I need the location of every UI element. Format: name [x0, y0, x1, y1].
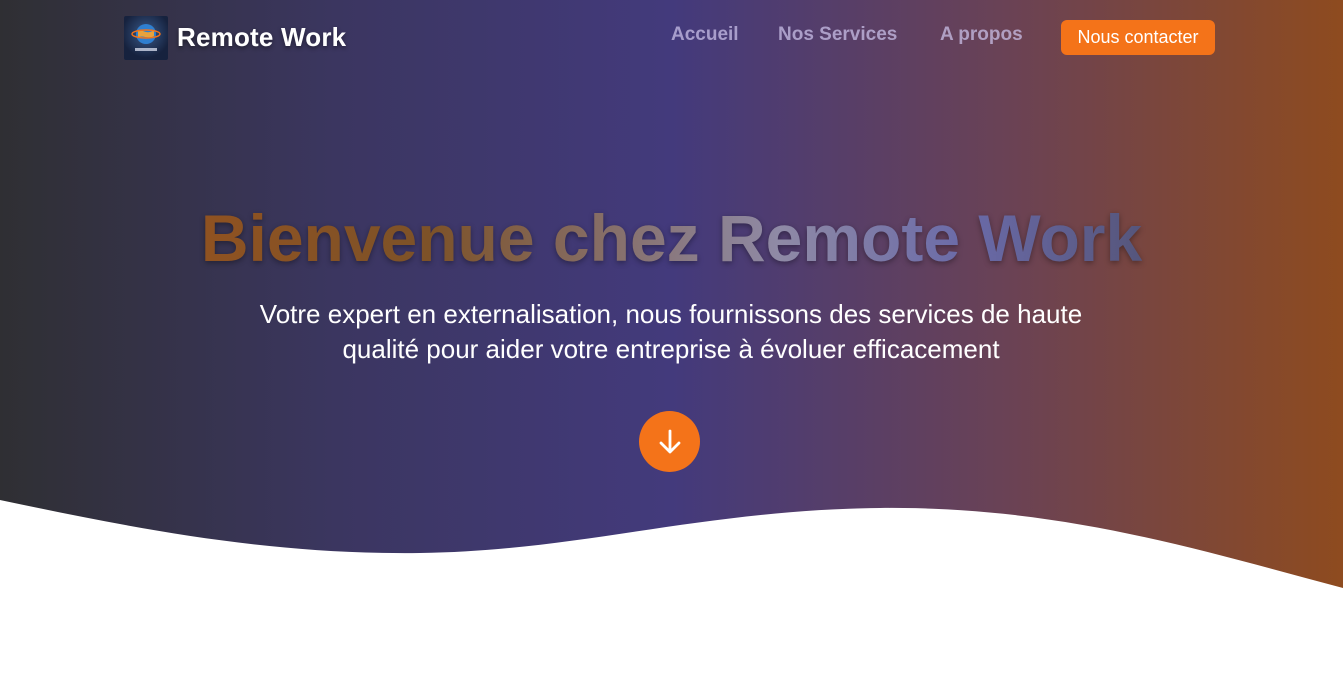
hero-subtitle: Votre expert en externalisation, nous fo… — [259, 299, 1083, 364]
navbar: Remote Work Accueil Nos Services A propo… — [0, 0, 1343, 76]
brand-name[interactable]: Remote Work — [177, 22, 346, 53]
nav-link-nos-services[interactable]: Nos Services — [778, 24, 897, 46]
hero-title: Bienvenue chez Remote Work — [0, 200, 1343, 276]
nav-link-accueil[interactable]: Accueil — [671, 24, 739, 46]
contact-button[interactable]: Nous contacter — [1061, 20, 1215, 55]
globe-logo-icon[interactable] — [124, 16, 168, 60]
scroll-down-button[interactable] — [639, 411, 700, 472]
nav-link-a-propos[interactable]: A propos — [940, 24, 1023, 46]
arrow-down-icon — [659, 429, 680, 453]
